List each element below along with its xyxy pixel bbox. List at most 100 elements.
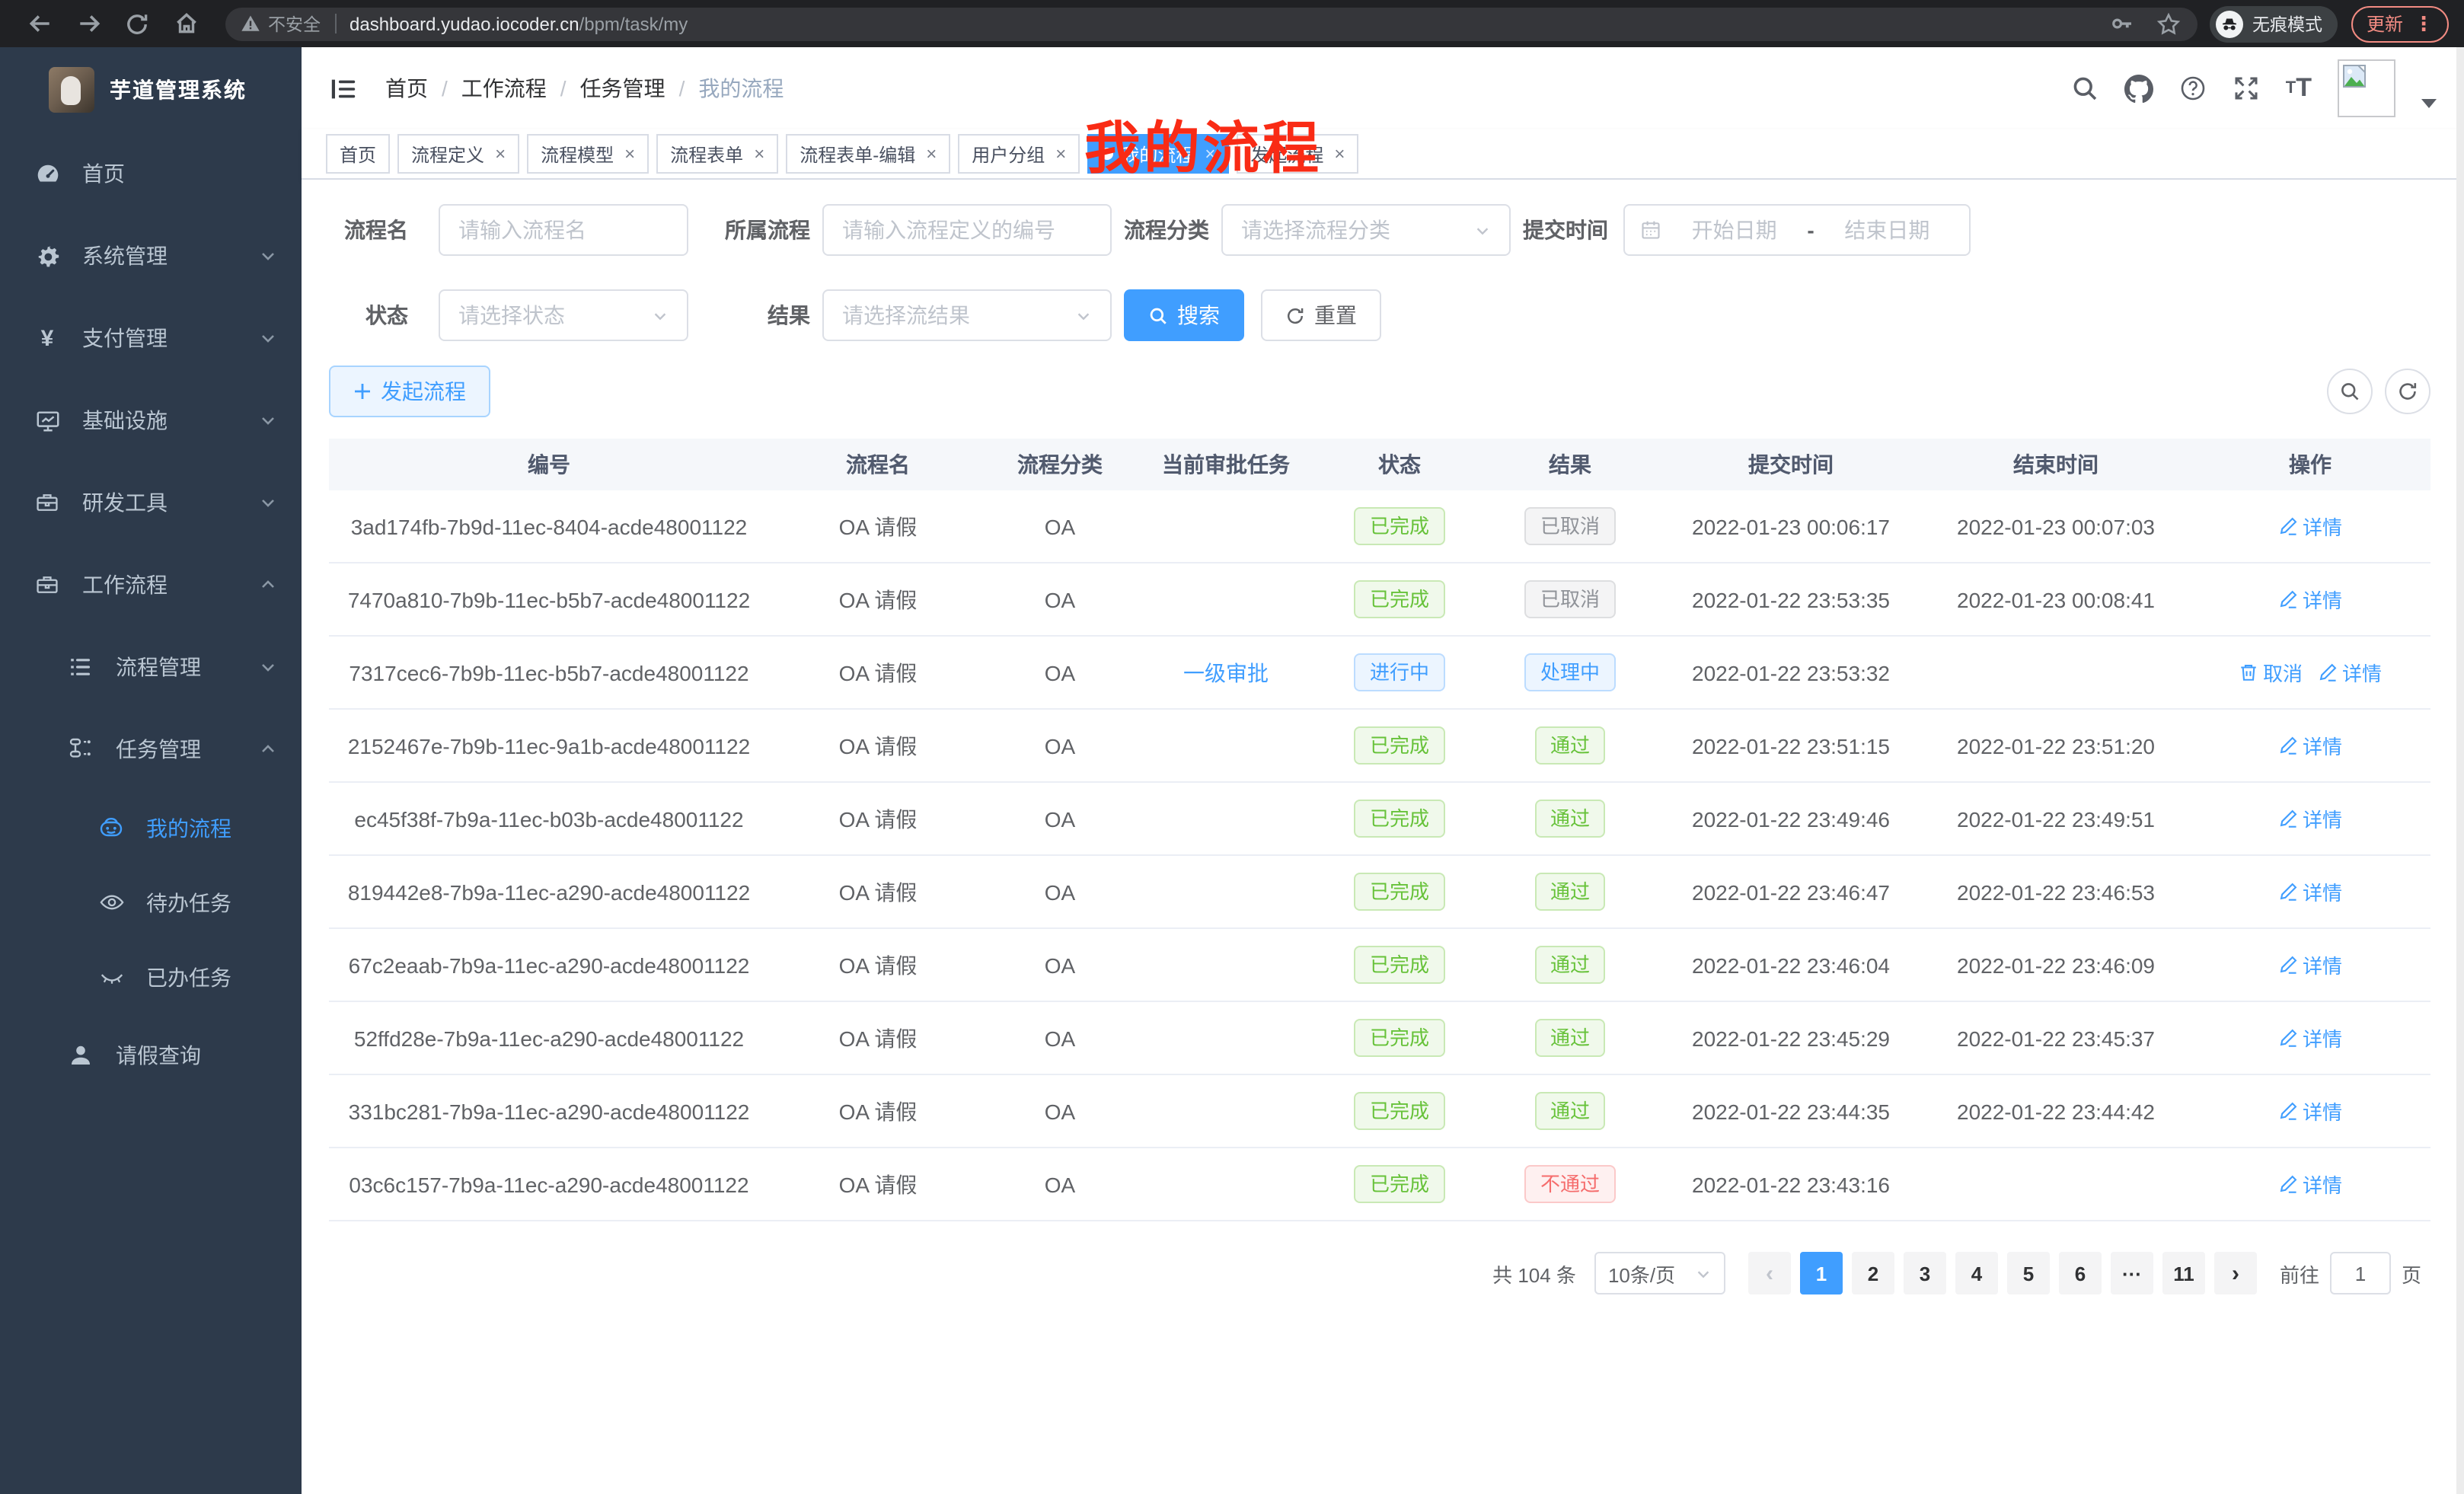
sidebar-item-done-tasks[interactable]: 已办任务 xyxy=(0,940,302,1014)
close-icon[interactable]: × xyxy=(624,143,635,164)
create-process-button[interactable]: 发起流程 xyxy=(329,366,490,417)
view-tab[interactable]: 流程表单 × xyxy=(656,134,778,174)
detail-action[interactable]: 详情 xyxy=(2278,1023,2342,1052)
detail-action[interactable]: 详情 xyxy=(2278,877,2342,906)
view-tab[interactable]: 发起流程 × xyxy=(1237,134,1358,174)
briefcase-icon xyxy=(34,571,61,599)
bookmark-star-icon[interactable] xyxy=(2155,10,2182,37)
page-number-button[interactable]: 11 xyxy=(2162,1252,2205,1294)
view-tab[interactable]: 流程定义 × xyxy=(397,134,519,174)
avatar[interactable] xyxy=(2338,59,2395,117)
sidebar-item-leave-query[interactable]: 请假查询 xyxy=(0,1014,302,1097)
close-icon[interactable]: × xyxy=(1055,143,1066,164)
view-tab[interactable]: 我的流程 × xyxy=(1087,134,1229,174)
view-tab[interactable]: 首页 × xyxy=(326,134,390,174)
page-number-button[interactable]: 2 xyxy=(1852,1252,1894,1294)
show-search-button[interactable] xyxy=(2327,369,2373,414)
home-icon[interactable] xyxy=(172,10,199,37)
result-select[interactable]: 请选择流结果 xyxy=(822,289,1112,341)
view-tab[interactable]: 流程表单-编辑 × xyxy=(786,134,950,174)
detail-action[interactable]: 详情 xyxy=(2278,585,2342,614)
definition-input[interactable] xyxy=(842,218,1092,242)
cancel-action[interactable]: 取消 xyxy=(2239,658,2303,687)
goto-page-input[interactable] xyxy=(2330,1252,2391,1294)
end-time: 2022-01-23 00:08:41 xyxy=(1922,587,2190,611)
sidebar-item-my-process[interactable]: 我的流程 xyxy=(0,790,302,865)
chevron-down-icon xyxy=(652,307,669,324)
status-badge: 已完成 xyxy=(1355,1092,1444,1130)
refresh-button[interactable] xyxy=(2385,369,2430,414)
browser-menu-icon[interactable]: ⋮ xyxy=(2414,11,2434,36)
view-tab[interactable]: 流程模型 × xyxy=(527,134,649,174)
forward-icon[interactable] xyxy=(75,10,102,37)
breadcrumb: 首页 / 工作流程 / 任务管理 / 我的流程 xyxy=(385,73,784,104)
detail-action[interactable]: 详情 xyxy=(2278,731,2342,760)
category-label: 流程分类 xyxy=(1124,215,1209,245)
sidebar-item-system[interactable]: 系统管理 xyxy=(0,215,302,297)
breadcrumb-home[interactable]: 首页 xyxy=(385,73,428,104)
close-icon[interactable]: × xyxy=(754,143,764,164)
next-page-button[interactable]: › xyxy=(2214,1252,2257,1294)
current-task-link[interactable]: 一级审批 xyxy=(1183,657,1269,688)
process-id: 3ad174fb-7b9d-11ec-8404-acde48001122 xyxy=(329,514,769,538)
sidebar-item-todo-tasks[interactable]: 待办任务 xyxy=(0,865,302,940)
key-icon[interactable] xyxy=(2109,10,2137,37)
detail-action[interactable]: 详情 xyxy=(2278,1097,2342,1125)
prev-page-button[interactable]: ‹ xyxy=(1748,1252,1791,1294)
page-number-button[interactable]: 1 xyxy=(1800,1252,1843,1294)
sidebar-item-task-mgmt[interactable]: 任务管理 xyxy=(0,708,302,790)
reload-icon[interactable] xyxy=(123,10,151,37)
process-name-input[interactable] xyxy=(458,218,669,242)
view-tab[interactable]: 用户分组 × xyxy=(958,134,1080,174)
back-icon[interactable] xyxy=(26,10,53,37)
breadcrumb-workflow[interactable]: 工作流程 xyxy=(461,73,547,104)
breadcrumb-task-mgmt[interactable]: 任务管理 xyxy=(580,73,665,104)
avatar-caret-icon[interactable] xyxy=(2421,99,2437,108)
sidebar-item-workflow[interactable]: 工作流程 xyxy=(0,544,302,626)
page-number-button[interactable]: ··· xyxy=(2111,1252,2153,1294)
security-warning[interactable]: 不安全 xyxy=(241,11,321,36)
detail-action[interactable]: 详情 xyxy=(2318,658,2382,687)
page-number-button[interactable]: 3 xyxy=(1904,1252,1946,1294)
scrollbar[interactable] xyxy=(2456,47,2464,1494)
font-size-icon[interactable]: TT xyxy=(2286,73,2312,104)
close-icon[interactable]: × xyxy=(1334,143,1345,164)
reset-button[interactable]: 重置 xyxy=(1261,289,1381,341)
page-number-button[interactable]: 6 xyxy=(2059,1252,2102,1294)
sidebar-fold-icon[interactable] xyxy=(329,74,358,103)
close-icon[interactable]: × xyxy=(495,143,506,164)
submit-time: 2022-01-22 23:45:29 xyxy=(1660,1026,1922,1050)
detail-action[interactable]: 详情 xyxy=(2278,950,2342,979)
help-icon[interactable] xyxy=(2179,75,2207,102)
sidebar-item-process-mgmt[interactable]: 流程管理 xyxy=(0,626,302,708)
search-icon[interactable] xyxy=(2071,75,2099,102)
sidebar-item-payment[interactable]: ¥ 支付管理 xyxy=(0,297,302,379)
detail-action[interactable]: 详情 xyxy=(2278,1170,2342,1199)
status-select[interactable]: 请选择状态 xyxy=(439,289,688,341)
detail-action[interactable]: 详情 xyxy=(2278,512,2342,541)
page-number-button[interactable]: 4 xyxy=(1955,1252,1998,1294)
sidebar-item-infrastructure[interactable]: 基础设施 xyxy=(0,379,302,461)
page-number-button[interactable]: 5 xyxy=(2007,1252,2050,1294)
chrome-update-button[interactable]: 更新 ⋮ xyxy=(2351,5,2449,42)
close-icon[interactable]: × xyxy=(926,143,937,164)
fullscreen-icon[interactable] xyxy=(2233,75,2260,102)
search-button[interactable]: 搜索 xyxy=(1124,289,1244,341)
category-select[interactable]: 请选择流程分类 xyxy=(1221,204,1511,256)
eye-closed-icon xyxy=(97,963,125,991)
process-name: OA 请假 xyxy=(769,803,987,834)
submit-time-range-picker[interactable]: 开始日期 - 结束日期 xyxy=(1623,204,1971,256)
sidebar-item-home[interactable]: 首页 xyxy=(0,132,302,215)
sidebar-item-devtools[interactable]: 研发工具 xyxy=(0,461,302,544)
github-icon[interactable] xyxy=(2124,74,2153,103)
status-badge: 已完成 xyxy=(1355,507,1444,545)
page-size-select[interactable]: 10条/页 xyxy=(1594,1252,1725,1294)
detail-action[interactable]: 详情 xyxy=(2278,804,2342,833)
close-icon[interactable]: × xyxy=(1205,143,1215,164)
app-logo-row[interactable]: 芋道管理系统 xyxy=(0,47,302,132)
end-time: 2022-01-22 23:46:53 xyxy=(1922,879,2190,904)
address-bar[interactable]: 不安全 dashboard.yudao.iocoder.cn /bpm/task… xyxy=(225,7,2197,40)
chevron-down-icon xyxy=(259,658,277,676)
table-row: 7317cec6-7b9b-11ec-b5b7-acde48001122 OA … xyxy=(329,637,2430,710)
process-category: OA xyxy=(987,879,1133,904)
